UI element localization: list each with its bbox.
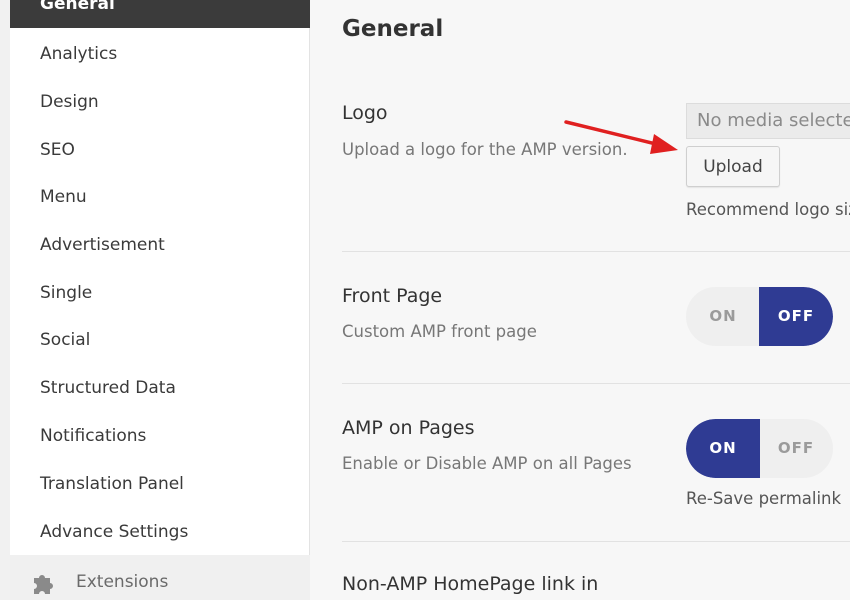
divider: [342, 383, 850, 384]
logo-size-hint: Recommend logo size: [686, 200, 850, 219]
toggle-off-option[interactable]: OFF: [759, 419, 833, 478]
settings-sidebar: General Analytics Design SEO Menu Advert…: [10, 0, 310, 600]
sidebar-item-seo[interactable]: SEO: [10, 126, 310, 174]
toggle-on-option[interactable]: ON: [686, 287, 760, 346]
sidebar-item-extensions[interactable]: Extensions: [10, 555, 310, 600]
sidebar-item-design[interactable]: Design: [10, 78, 310, 126]
sidebar-item-structured-data[interactable]: Structured Data: [10, 364, 310, 412]
media-field[interactable]: No media selected: [686, 103, 850, 139]
sidebar-item-single[interactable]: Single: [10, 269, 310, 317]
sidebar-item-menu[interactable]: Menu: [10, 173, 310, 221]
sidebar-item-translation-panel[interactable]: Translation Panel: [10, 460, 310, 508]
red-arrow-annotation: [564, 120, 678, 154]
front-page-toggle[interactable]: ON OFF: [686, 287, 833, 346]
toggle-on-option[interactable]: ON: [686, 419, 760, 478]
amp-pages-toggle[interactable]: ON OFF: [686, 419, 833, 478]
amp-pages-title: AMP on Pages: [342, 417, 475, 439]
amp-pages-description: Enable or Disable AMP on all Pages: [342, 454, 632, 473]
upload-button[interactable]: Upload: [686, 146, 780, 187]
sidebar-item-advance-settings[interactable]: Advance Settings: [10, 508, 310, 556]
sidebar-item-analytics[interactable]: Analytics: [10, 30, 310, 78]
sidebar-item-advertisement[interactable]: Advertisement: [10, 221, 310, 269]
front-page-title: Front Page: [342, 285, 443, 307]
left-gutter: [0, 0, 10, 600]
resave-permalink-hint: Re-Save permalink: [686, 489, 842, 508]
page-title: General: [342, 16, 444, 42]
sidebar-item-social[interactable]: Social: [10, 316, 310, 364]
logo-title: Logo: [342, 102, 388, 124]
sidebar-item-notifications[interactable]: Notifications: [10, 412, 310, 460]
front-page-description: Custom AMP front page: [342, 322, 537, 341]
puzzle-icon: [34, 575, 53, 594]
toggle-off-option[interactable]: OFF: [759, 287, 833, 346]
extensions-label: Extensions: [76, 572, 169, 592]
divider: [342, 251, 850, 252]
divider: [342, 541, 850, 542]
nonamp-homepage-title: Non-AMP HomePage link in: [342, 573, 599, 595]
sidebar-item-general[interactable]: General: [10, 0, 310, 28]
